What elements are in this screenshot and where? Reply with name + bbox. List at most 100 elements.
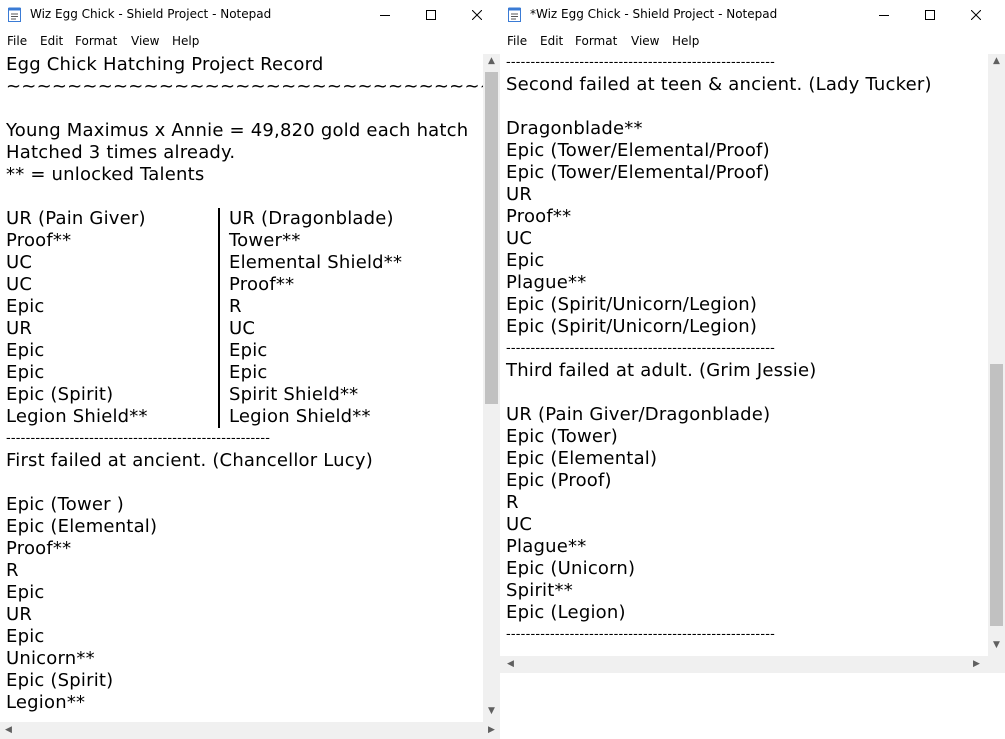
menu-file[interactable]: File [507,34,527,48]
text-line: Proof** [506,206,572,227]
text-line: Epic [229,340,268,361]
text-line: UR [6,318,33,339]
text-line: Hatched 3 times already. [6,142,236,163]
horizontal-scrollbar[interactable]: ◀ ▶ [500,656,988,673]
text-line: Epic [6,340,45,361]
text-line: R [506,492,519,513]
menu-help[interactable]: Help [672,34,699,48]
text-line: ----------------------------------------… [506,55,776,70]
menu-file[interactable]: File [7,34,27,48]
text-line: Epic (Spirit) [6,384,114,405]
maximize-button[interactable] [907,0,953,30]
text-line: Legion** [6,692,86,713]
text-line: Epic (Tower/Elemental/Proof) [506,162,770,183]
text-line: Epic (Spirit/Unicorn/Legion) [506,294,758,315]
text-line: R [6,560,19,581]
minimize-icon [879,15,889,16]
title-bar[interactable]: *Wiz Egg Chick - Shield Project - Notepa… [500,0,1005,30]
title-bar[interactable]: Wiz Egg Chick - Shield Project - Notepad [0,0,500,30]
menu-edit[interactable]: Edit [40,34,63,48]
text-line: Epic (Proof) [506,470,612,491]
notepad-window-right: *Wiz Egg Chick - Shield Project - Notepa… [500,0,1005,739]
text-line: Dragonblade** [506,118,643,139]
notepad-icon [8,7,21,22]
text-line: Spirit Shield** [229,384,359,405]
text-line: ----------------------------------------… [506,627,776,642]
text-line: Epic (Elemental) [506,448,658,469]
vertical-scrollbar[interactable]: ▲ ▼ [988,54,1005,656]
text-line: Epic [506,250,545,271]
scroll-down-icon[interactable]: ▼ [483,706,500,716]
text-line: Legion Shield** [229,406,371,427]
text-line: UC [506,514,533,535]
minimize-button[interactable] [861,0,907,30]
text-line: Proof** [6,230,72,251]
text-line: First failed at ancient. (Chancellor Luc… [6,450,373,471]
horizontal-scrollbar[interactable]: ◀ ▶ [0,722,500,739]
text-line: Plague** [506,272,587,293]
text-line: Epic [6,362,45,383]
text-line: Epic (Spirit/Unicorn/Legion) [506,316,758,337]
text-line: Third failed at adult. (Grim Jessie) [506,360,817,381]
text-line: ~~~~~~~~~~~~~~~~~~~~~~~~~~~~~~~~~~~~~ [6,76,483,97]
text-line: Epic (Spirit) [6,670,114,691]
text-line: UC [506,228,533,249]
scroll-left-icon[interactable]: ◀ [502,659,519,669]
text-line: Epic [6,582,45,603]
text-line: Epic (Unicorn) [506,558,636,579]
text-line: R [229,296,242,317]
scroll-right-icon[interactable]: ▶ [968,659,985,669]
text-line: Young Maximus x Annie = 49,820 gold each… [6,120,469,141]
vertical-scrollbar[interactable]: ▲ ▼ [483,54,500,722]
text-line: Epic [6,626,45,647]
text-line: Epic [229,362,268,383]
scroll-up-icon[interactable]: ▲ [988,56,1005,66]
menu-bar: File Edit Format View Help [0,30,500,52]
window-title: *Wiz Egg Chick - Shield Project - Notepa… [530,7,778,21]
column-separator [218,208,220,428]
scroll-thumb[interactable] [990,364,1003,626]
text-line: Plague** [506,536,587,557]
text-line: Second failed at teen & ancient. (Lady T… [506,74,932,95]
text-line: ** = unlocked Talents [6,164,205,185]
text-line: Epic [6,296,45,317]
text-line: Epic (Tower ) [6,494,124,515]
menu-help[interactable]: Help [172,34,199,48]
window-title: Wiz Egg Chick - Shield Project - Notepad [30,7,272,21]
maximize-button[interactable] [408,0,454,30]
maximize-icon [925,10,935,20]
text-line: Tower** [229,230,301,251]
text-line: Spirit** [506,580,573,601]
scroll-down-icon[interactable]: ▼ [988,640,1005,650]
menu-view[interactable]: View [631,34,659,48]
scroll-left-icon[interactable]: ◀ [0,725,17,735]
text-line: UR (Pain Giver) [6,208,146,229]
minimize-icon [380,15,390,16]
text-line: ----------------------------------------… [6,431,271,446]
close-icon [472,10,482,20]
text-area[interactable]: Egg Chick Hatching Project Record ~~~~~~… [0,54,483,722]
text-line: Epic (Elemental) [6,516,158,537]
menu-edit[interactable]: Edit [540,34,563,48]
scroll-thumb[interactable] [485,72,498,404]
notepad-icon [508,7,521,22]
close-button[interactable] [454,0,500,30]
text-area[interactable]: ----------------------------------------… [500,54,988,656]
menu-format[interactable]: Format [575,34,617,48]
text-line: UR [6,604,33,625]
close-button[interactable] [953,0,999,30]
minimize-button[interactable] [362,0,408,30]
text-line: Epic (Legion) [506,602,626,623]
text-line: Egg Chick Hatching Project Record [6,54,324,75]
menu-format[interactable]: Format [75,34,117,48]
menu-bar: File Edit Format View Help [500,30,1005,52]
text-line: Proof** [6,538,72,559]
text-line: UC [229,318,256,339]
menu-view[interactable]: View [131,34,159,48]
scroll-up-icon[interactable]: ▲ [483,56,500,66]
text-line: UR (Dragonblade) [229,208,394,229]
text-line: Elemental Shield** [229,252,403,273]
text-line: Epic (Tower/Elemental/Proof) [506,140,770,161]
scroll-right-icon[interactable]: ▶ [483,725,500,735]
text-line: Proof** [229,274,295,295]
